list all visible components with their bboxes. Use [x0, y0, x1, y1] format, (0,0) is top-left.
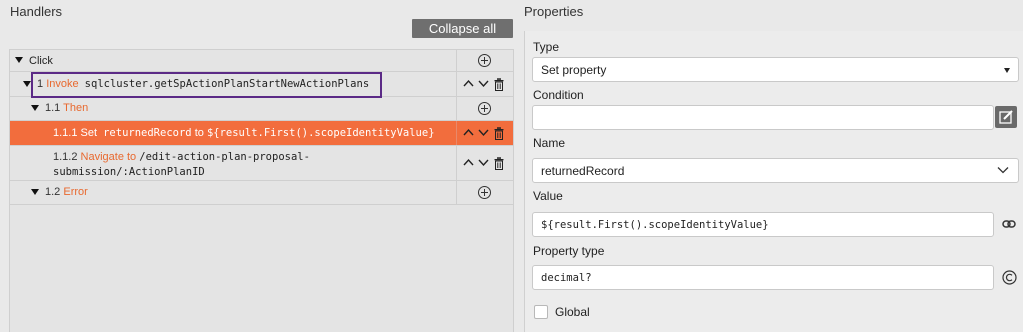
step-number: 1.1.2 — [53, 151, 78, 163]
move-down-icon[interactable] — [478, 158, 489, 167]
move-up-icon[interactable] — [463, 79, 474, 88]
trash-icon[interactable] — [494, 157, 504, 170]
name-value: returnedRecord — [541, 163, 625, 178]
row-actions — [463, 127, 507, 140]
chevron-down-icon — [997, 167, 1009, 174]
type-select[interactable]: Set property — [532, 57, 1019, 82]
move-up-icon[interactable] — [463, 128, 474, 137]
step-number: 1 — [37, 78, 44, 90]
navigate-path-line2: submission/:ActionPlanID — [53, 166, 205, 178]
value-label: Value — [533, 189, 563, 203]
add-icon[interactable] — [478, 102, 491, 115]
add-icon[interactable] — [478, 54, 491, 67]
event-label: Click — [29, 55, 53, 67]
edit-condition-button[interactable] — [995, 106, 1017, 128]
link-icon[interactable] — [1002, 219, 1016, 229]
move-down-icon[interactable] — [478, 128, 489, 137]
edit-icon — [999, 110, 1013, 124]
name-label: Name — [533, 136, 566, 150]
step-number: 1.2 — [45, 186, 61, 198]
name-select[interactable]: returnedRecord — [532, 158, 1019, 183]
set-to: to — [194, 127, 204, 139]
type-value: Set property — [541, 62, 607, 77]
step-number: 1.1 — [45, 102, 61, 114]
step-keyword: Set — [80, 127, 98, 139]
tree-row-then[interactable]: 1.1 Then — [10, 97, 513, 121]
row-actions — [463, 78, 507, 91]
condition-input[interactable] — [532, 105, 994, 130]
row-actions — [463, 157, 507, 170]
move-up-icon[interactable] — [463, 158, 474, 167]
step-number: 1.1.1 — [53, 127, 78, 139]
set-expression: ${result.First().scopeIdentityValue} — [206, 127, 435, 139]
trash-icon[interactable] — [494, 127, 504, 140]
trash-icon[interactable] — [494, 78, 504, 91]
tree-row-navigate[interactable]: 1.1.2 Navigate to /edit-action-plan-prop… — [10, 146, 513, 181]
invoke-target: sqlcluster.getSpActionPlanStartNewAction… — [84, 78, 370, 90]
type-label: Type — [533, 40, 560, 54]
tree-row-error[interactable]: 1.2 Error — [10, 181, 513, 205]
tree-row-set[interactable]: 1.1.1 Set returnedRecord to ${result.Fir… — [10, 121, 513, 146]
navigate-path-line1: /edit-action-plan-proposal- — [139, 151, 310, 163]
properties-panel: Type Set property Condition Name returne… — [524, 31, 1023, 332]
move-down-icon[interactable] — [478, 79, 489, 88]
global-label: Global — [555, 305, 590, 319]
handlers-title: Handlers — [10, 4, 63, 19]
handlers-tree: Click 1 Invoke sqlcluster.getSpActionPla… — [9, 49, 514, 332]
set-target: returnedRecord — [103, 127, 192, 139]
property-type-value: decimal? — [541, 271, 592, 284]
value-input[interactable]: ${result.First().scopeIdentityValue} — [532, 212, 994, 237]
step-keyword: Then — [63, 102, 89, 114]
tree-row-invoke[interactable]: 1 Invoke sqlcluster.getSpActionPlanStart… — [10, 72, 513, 97]
expand-triangle-icon[interactable] — [31, 189, 39, 195]
value-text: ${result.First().scopeIdentityValue} — [541, 218, 769, 231]
copyright-icon[interactable] — [1002, 270, 1017, 285]
caret-down-icon — [1004, 68, 1010, 73]
collapse-all-button[interactable]: Collapse all — [412, 19, 513, 38]
properties-title: Properties — [524, 4, 584, 19]
step-keyword: Invoke — [46, 78, 79, 90]
expand-triangle-icon[interactable] — [31, 105, 39, 111]
property-type-label: Property type — [533, 244, 605, 258]
expand-triangle-icon[interactable] — [23, 81, 31, 87]
step-keyword: Navigate to — [80, 151, 137, 163]
condition-label: Condition — [533, 88, 584, 102]
add-icon[interactable] — [478, 186, 491, 199]
step-keyword: Error — [63, 186, 88, 198]
global-checkbox[interactable] — [534, 305, 548, 319]
tree-row-click[interactable]: Click — [10, 50, 513, 72]
expand-triangle-icon[interactable] — [15, 57, 23, 63]
property-type-input[interactable]: decimal? — [532, 265, 994, 290]
